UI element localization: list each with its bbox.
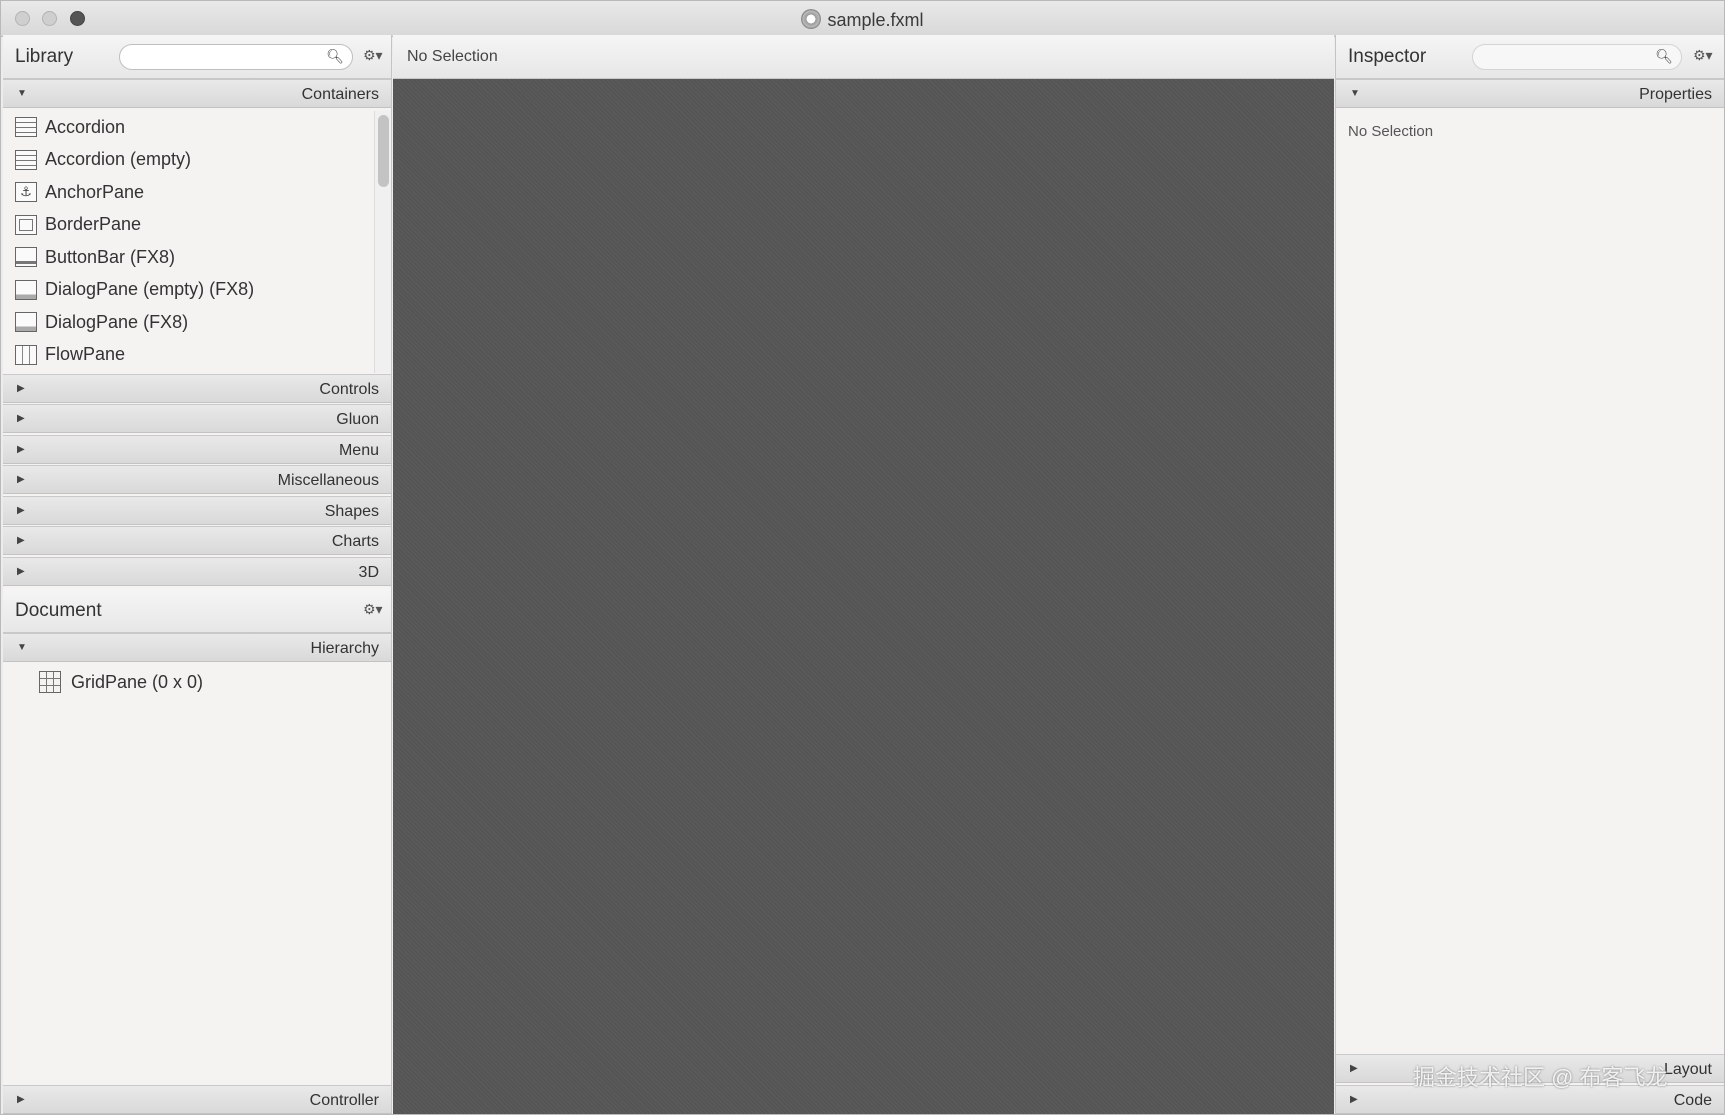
list-item[interactable]: DialogPane (FX8) (3, 306, 373, 339)
section-properties[interactable]: ▼ Properties (1336, 79, 1724, 108)
list-item[interactable]: Accordion (empty) (3, 144, 373, 177)
document-title: Document (15, 600, 102, 621)
tree-item-label: GridPane (0 x 0) (71, 671, 204, 692)
list-item[interactable]: BorderPane (3, 209, 373, 242)
disclosure-closed-icon: ▶ (1350, 1063, 1358, 1074)
list-item-label: BorderPane (45, 214, 142, 235)
inspector-search-input[interactable] (1483, 48, 1643, 66)
library-header: Library 🔍︎ ⚙▾ (3, 35, 391, 79)
tree-item-gridpane[interactable]: GridPane (0 x 0) (39, 671, 203, 693)
section-controls[interactable]: ▶ Controls (3, 374, 391, 403)
section-shapes-label: Shapes (324, 503, 379, 520)
list-item-label: DialogPane (empty) (FX8) (45, 279, 255, 300)
buttonbar-icon (15, 247, 37, 268)
section-miscellaneous-label: Miscellaneous (277, 472, 379, 489)
document-gear-icon[interactable]: ⚙▾ (363, 601, 383, 618)
library-scrollbar[interactable] (374, 111, 391, 373)
disclosure-open-icon: ▼ (17, 88, 27, 99)
section-controls-label: Controls (319, 381, 379, 398)
list-item-label: FlowPane (45, 344, 126, 365)
flowpane-icon (15, 344, 37, 365)
right-panel: Inspector 🔍︎ ⚙▾ ▼ Properties No Selectio… (1335, 35, 1724, 1114)
list-item[interactable]: FlowPane (3, 339, 373, 372)
section-properties-label: Properties (1639, 86, 1712, 103)
disclosure-closed-icon: ▶ (1350, 1094, 1358, 1105)
library-gear-icon[interactable]: ⚙▾ (363, 47, 383, 64)
library-scrollbar-thumb[interactable] (378, 115, 389, 187)
section-containers-label: Containers (301, 86, 379, 103)
accordion-icon (15, 117, 37, 138)
list-item[interactable]: ButtonBar (FX8) (3, 241, 373, 274)
dialog-icon (15, 279, 37, 300)
section-hierarchy-label: Hierarchy (310, 640, 379, 657)
document-header: Document ⚙▾ (3, 589, 391, 633)
list-item-label: ButtonBar (FX8) (45, 246, 176, 267)
section-code-label: Code (1673, 1092, 1712, 1109)
library-search-box[interactable]: 🔍︎ (119, 44, 353, 70)
section-layout-label: Layout (1663, 1061, 1712, 1078)
library-search-input[interactable] (130, 48, 310, 66)
disclosure-closed-icon: ▶ (17, 535, 25, 546)
selection-bar: No Selection (393, 35, 1334, 79)
section-shapes[interactable]: ▶ Shapes (3, 496, 391, 525)
section-charts[interactable]: ▶ Charts (3, 526, 391, 555)
disclosure-closed-icon: ▶ (17, 505, 25, 516)
left-panel: Library 🔍︎ ⚙▾ ▼ Containers Accordion Acc… (3, 35, 392, 1114)
dialog-icon (15, 312, 37, 333)
main-window: sample.fxml Library 🔍︎ ⚙▾ ▼ Containers A… (0, 0, 1725, 1115)
section-charts-label: Charts (331, 533, 379, 550)
list-item-label: Accordion (45, 116, 126, 137)
inspector-search-box[interactable]: 🔍︎ (1472, 44, 1682, 70)
list-item-label: AnchorPane (45, 181, 145, 202)
window-title-text: sample.fxml (827, 10, 924, 30)
inspector-title: Inspector (1348, 46, 1427, 67)
disclosure-closed-icon: ▶ (17, 383, 25, 394)
section-3d[interactable]: ▶ 3D (3, 557, 391, 586)
section-controller-label: Controller (309, 1092, 379, 1109)
list-item[interactable]: ⚓ AnchorPane (3, 176, 373, 209)
section-menu[interactable]: ▶ Menu (3, 435, 391, 464)
selection-status: No Selection (407, 48, 498, 65)
section-3d-label: 3D (358, 564, 379, 581)
library-item-list: Accordion Accordion (empty) ⚓ AnchorPane… (3, 111, 373, 373)
section-containers[interactable]: ▼ Containers (3, 79, 391, 108)
section-miscellaneous[interactable]: ▶ Miscellaneous (3, 465, 391, 494)
accordion-icon (15, 149, 37, 170)
disclosure-closed-icon: ▶ (17, 566, 25, 577)
disclosure-closed-icon: ▶ (17, 413, 25, 424)
disclosure-closed-icon: ▶ (17, 1094, 25, 1105)
window-title: sample.fxml (1, 9, 1724, 31)
watermark: 掘金技术社区 @ 布客飞龙 (1413, 1065, 1668, 1090)
section-menu-label: Menu (338, 442, 379, 459)
section-gluon[interactable]: ▶ Gluon (3, 404, 391, 433)
section-controller[interactable]: ▶ Controller (3, 1085, 391, 1114)
search-icon: 🔍︎ (1655, 48, 1673, 64)
disclosure-open-icon: ▼ (17, 642, 27, 653)
section-hierarchy[interactable]: ▼ Hierarchy (3, 633, 391, 662)
search-icon: 🔍︎ (326, 48, 344, 64)
section-gluon-label: Gluon (336, 411, 379, 428)
center-panel: No Selection (393, 35, 1334, 1114)
disclosure-open-icon: ▼ (1350, 88, 1360, 99)
title-bar: sample.fxml (1, 1, 1724, 37)
inspector-no-selection: No Selection (1348, 123, 1434, 140)
inspector-gear-icon[interactable]: ⚙▾ (1693, 47, 1713, 64)
library-title: Library (15, 46, 74, 67)
list-item[interactable]: Accordion (3, 111, 373, 144)
list-item-label: Accordion (empty) (45, 149, 192, 170)
document-icon (801, 9, 822, 29)
inspector-header: Inspector 🔍︎ ⚙▾ (1336, 35, 1724, 79)
disclosure-closed-icon: ▶ (17, 474, 25, 485)
design-canvas[interactable] (393, 79, 1334, 1114)
list-item-label: DialogPane (FX8) (45, 311, 189, 332)
disclosure-closed-icon: ▶ (17, 444, 25, 455)
list-item[interactable]: DialogPane (empty) (FX8) (3, 274, 373, 307)
gridpane-icon (39, 671, 61, 693)
borderpane-icon (15, 214, 37, 235)
anchor-icon: ⚓ (15, 182, 37, 203)
